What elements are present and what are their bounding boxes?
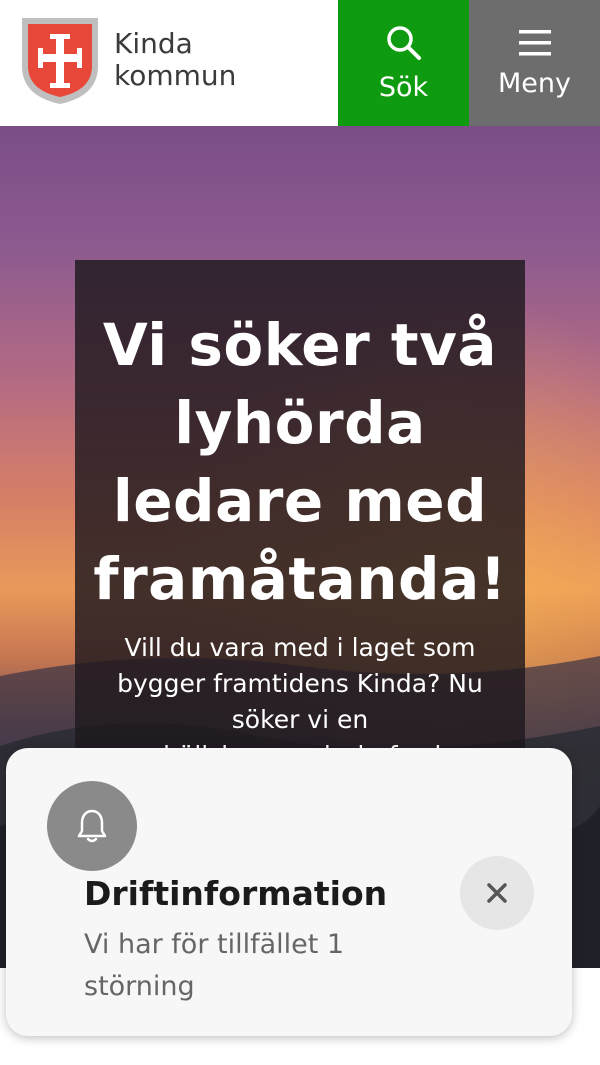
notification-message: Vi har för tillfället 1 störning (84, 929, 345, 1002)
brand-name: Kinda kommun (114, 28, 236, 92)
brand-line-2: kommun (114, 59, 237, 92)
search-icon (386, 25, 421, 60)
brand-line-1: Kinda (114, 27, 193, 60)
close-icon (487, 883, 507, 903)
hero-heading: Vi söker två lyhörda ledare med framåtan… (93, 311, 507, 613)
bell-icon (77, 809, 107, 843)
coat-of-arms-icon (22, 18, 98, 104)
bell-badge (47, 781, 137, 871)
menu-button-label: Meny (498, 67, 571, 99)
close-button[interactable] (460, 856, 534, 930)
site-header: Kinda kommun Sök Meny (0, 0, 600, 126)
notification-title[interactable]: Driftinformation (84, 874, 387, 913)
search-button[interactable]: Sök (338, 0, 469, 126)
notification-card: Driftinformation Vi har för tillfället 1… (6, 748, 572, 1036)
menu-button[interactable]: Meny (469, 0, 600, 126)
search-button-label: Sök (378, 71, 429, 103)
hamburger-menu-icon (518, 29, 551, 55)
